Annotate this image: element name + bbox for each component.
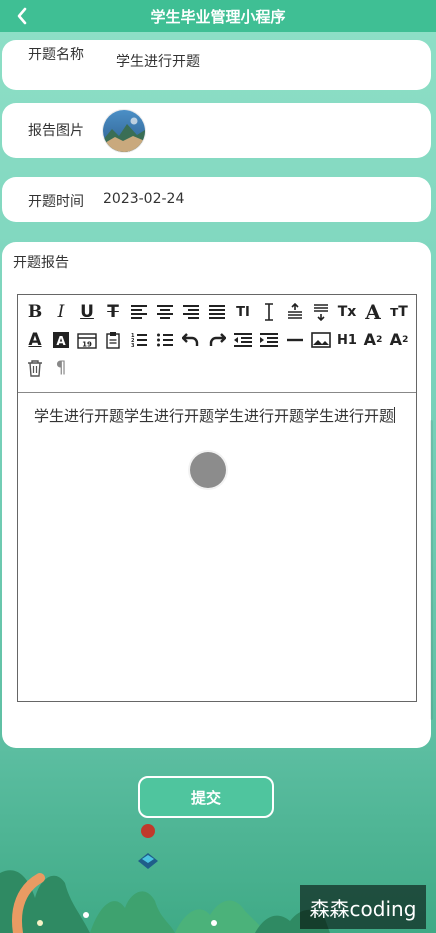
bold-icon[interactable]: B [24, 301, 46, 323]
font-size-icon[interactable]: TI [232, 301, 254, 323]
clear-format-icon[interactable]: Tx [336, 301, 358, 323]
align-right-icon[interactable] [180, 301, 202, 323]
topic-time-card: 开题时间 2023-02-24 [2, 177, 431, 222]
superscript-icon[interactable]: A2 [388, 329, 410, 351]
text-caret [394, 407, 396, 423]
heading-icon[interactable]: H1 [336, 329, 358, 351]
report-image-card: 报告图片 [2, 103, 431, 158]
paragraph-icon[interactable]: ¶ [50, 357, 72, 379]
ordered-list-icon[interactable]: 123 [128, 329, 150, 351]
editor-content-text: 学生进行开题学生进行开题学生进行开题学生进行开题 [34, 407, 395, 425]
date-icon[interactable]: 19 [76, 329, 98, 351]
chevron-left-icon [17, 7, 27, 25]
align-center-icon[interactable] [154, 301, 176, 323]
editor-content[interactable]: 学生进行开题学生进行开题学生进行开题学生进行开题 [34, 403, 400, 429]
align-justify-icon[interactable] [206, 301, 228, 323]
submit-button[interactable]: 提交 [138, 776, 274, 818]
topic-time-label: 开题时间 [28, 194, 84, 210]
page-title: 学生毕业管理小程序 [150, 7, 286, 26]
topic-name-label: 开题名称 [28, 47, 84, 63]
undo-icon[interactable] [180, 329, 202, 351]
watermark: 森森coding [300, 885, 426, 929]
report-image-label: 报告图片 [28, 123, 84, 139]
svg-text:19: 19 [82, 341, 92, 349]
text-size-icon[interactable]: тT [388, 301, 410, 323]
font-color-icon[interactable]: A [24, 329, 46, 351]
topic-time-value[interactable]: 2023-02-24 [103, 191, 184, 207]
unordered-list-icon[interactable] [154, 329, 176, 351]
redo-icon[interactable] [206, 329, 228, 351]
back-button[interactable] [10, 3, 34, 29]
image-thumbnail [103, 110, 145, 152]
topic-name-value[interactable]: 学生进行开题 [116, 51, 200, 71]
font-icon[interactable]: A [362, 301, 384, 323]
app-header: 学生毕业管理小程序 [0, 0, 436, 32]
underline-icon[interactable]: U [76, 301, 98, 323]
strikethrough-icon[interactable]: T [102, 301, 124, 323]
clipboard-icon[interactable] [102, 329, 124, 351]
outdent-icon[interactable] [232, 329, 254, 351]
background-color-icon[interactable]: A [50, 329, 72, 351]
align-left-icon[interactable] [128, 301, 150, 323]
space-before-icon[interactable] [284, 301, 306, 323]
editor-toolbar: B I U T TI Tx A тT A A 19 1 2 3 H1 A 2 A… [18, 295, 416, 393]
space-after-icon[interactable] [310, 301, 332, 323]
scrollbar[interactable] [430, 420, 433, 720]
divider-icon[interactable] [284, 329, 306, 351]
italic-icon[interactable]: I [50, 301, 72, 323]
delete-icon[interactable] [24, 357, 46, 379]
touch-indicator [190, 452, 226, 488]
image-icon[interactable] [310, 329, 332, 351]
svg-text:3: 3 [131, 343, 135, 348]
rich-text-editor[interactable]: B I U T TI Tx A тT A A 19 1 2 3 H1 A 2 A… [17, 294, 417, 702]
topic-name-card: 开题名称 学生进行开题 [2, 40, 431, 90]
svg-text:A: A [56, 334, 66, 348]
indent-icon[interactable] [258, 329, 280, 351]
subscript-icon[interactable]: A2 [362, 329, 384, 351]
report-image-thumbnail[interactable] [103, 110, 145, 152]
line-height-icon[interactable] [258, 301, 280, 323]
topic-report-label: 开题报告 [13, 255, 69, 271]
